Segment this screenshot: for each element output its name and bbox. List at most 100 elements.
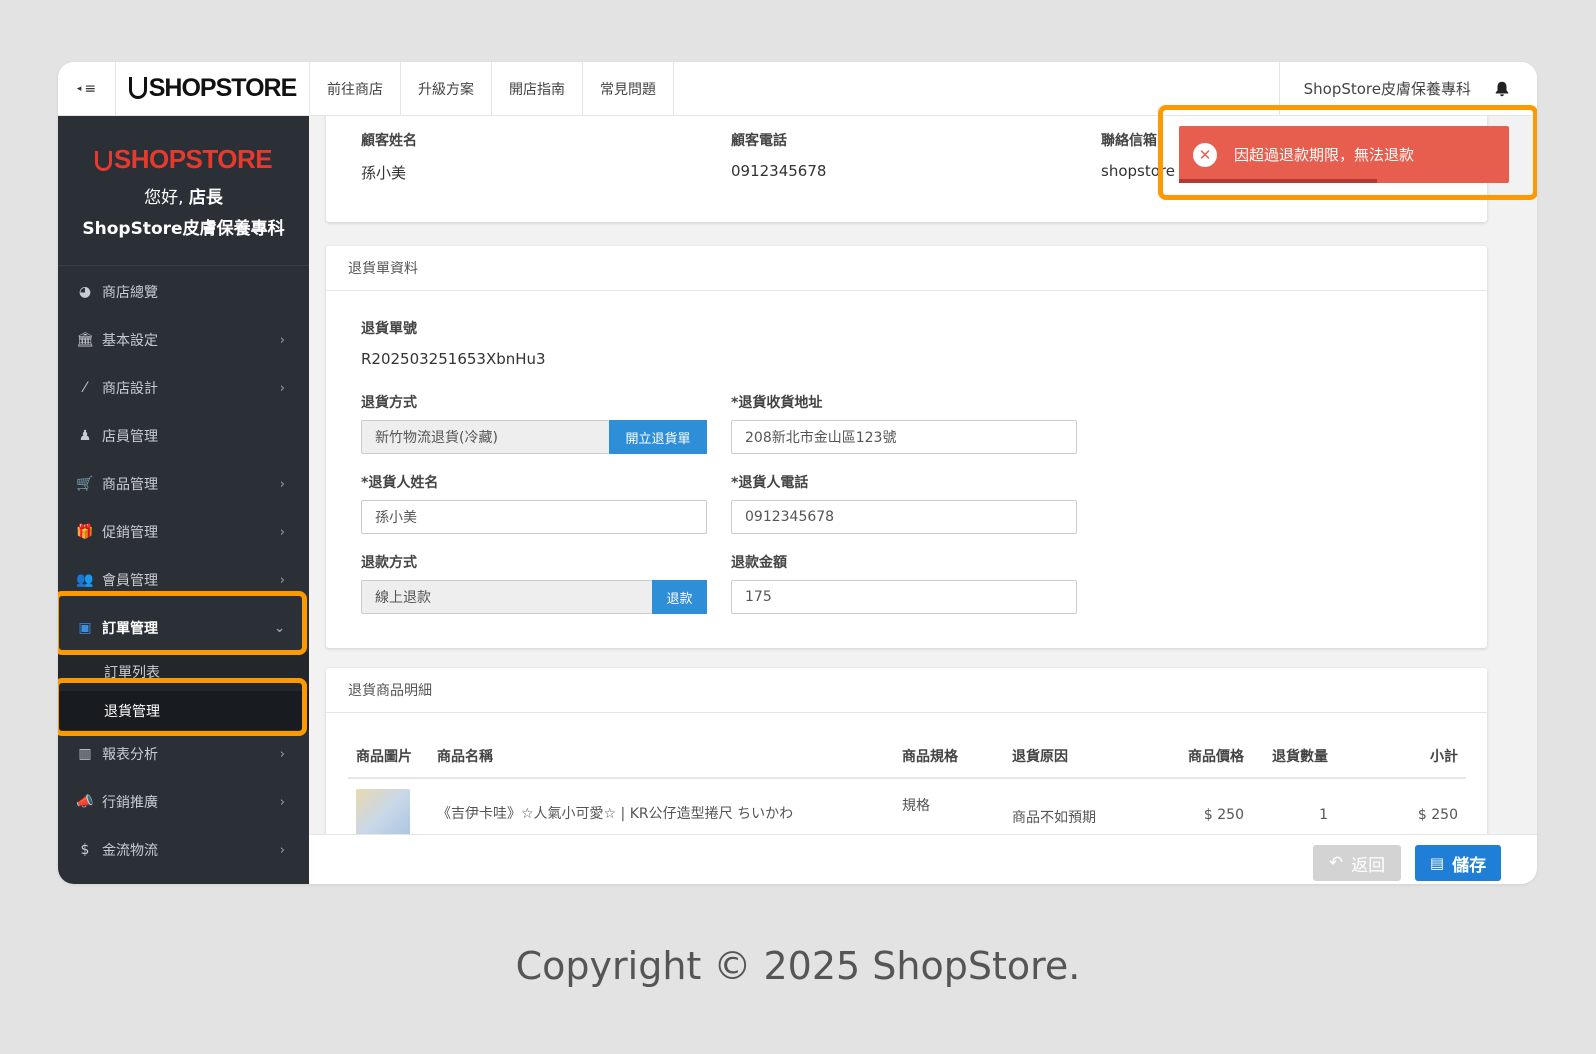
refund-method-field[interactable]: 線上退款: [361, 580, 652, 614]
sidebar: SHOPSTORE 您好, 店長 ShopStore皮膚保養專科 ◕ 商店總覽 🏛…: [58, 116, 309, 884]
col-image: 商品圖片: [348, 734, 429, 779]
magic-wand-icon: ⁄: [83, 380, 87, 396]
sidebar-item-promotions[interactable]: 🎁 促銷管理 ›: [58, 508, 309, 556]
sidebar-item-members[interactable]: 👥 會員管理 ›: [58, 556, 309, 604]
top-bar: ◂ ≡ SHOPSTORE 前往商店 升級方案 開店指南 常見問題 ShopSt…: [58, 62, 1537, 116]
logo[interactable]: SHOPSTORE: [116, 62, 310, 115]
nav-upgrade-plan[interactable]: 升級方案: [401, 62, 492, 115]
sidebar-item-order-list[interactable]: 訂單列表: [58, 652, 309, 691]
sidebar-brand: SHOPSTORE 您好, 店長 ShopStore皮膚保養專科: [58, 116, 309, 266]
chevron-down-icon: ⌄: [274, 620, 285, 636]
sidebar-item-orders[interactable]: ▣ 訂單管理 ⌄: [58, 604, 309, 652]
return-qty: 1: [1319, 807, 1328, 823]
product-price: $ 250: [1203, 807, 1244, 823]
sidebar-item-staff[interactable]: ♟ 店員管理: [58, 412, 309, 460]
menu-icon: ≡: [84, 80, 97, 97]
return-number-label: 退貨單號: [361, 321, 417, 337]
customer-phone: 0912345678: [731, 162, 827, 180]
sidebar-logo: SHOPSTORE: [58, 144, 309, 175]
col-reason: 退貨原因: [1004, 734, 1142, 779]
return-address-label: *退貨收貨地址: [731, 395, 823, 411]
dollar-icon: $: [80, 842, 90, 858]
staff-icon: ♟: [78, 428, 92, 444]
refund-method-label: 退款方式: [361, 555, 417, 571]
sidebar-item-basic-settings[interactable]: 🏛 基本設定 ›: [58, 316, 309, 364]
sidebar-item-overview[interactable]: ◕ 商店總覽: [58, 268, 309, 316]
megaphone-icon: 📣: [76, 794, 94, 810]
logo-text: SHOPSTORE: [128, 74, 297, 103]
refund-button[interactable]: 退款: [652, 580, 707, 614]
bell-icon[interactable]: [1493, 80, 1511, 98]
nav-store-guide[interactable]: 開店指南: [492, 62, 583, 115]
col-qty: 退貨數量: [1252, 734, 1336, 779]
top-right: ShopStore皮膚保養專科: [1278, 62, 1537, 115]
main-content: 顧客姓名 孫小美 顧客電話 0912345678 聯絡信箱 shopstore …: [309, 116, 1537, 884]
col-name: 商品名稱: [429, 734, 894, 779]
refund-amount-input[interactable]: 175: [731, 580, 1077, 614]
bar-chart-icon: ▥: [78, 746, 92, 762]
action-bar: ↶ 返回 ▤ 儲存: [309, 834, 1537, 884]
sidebar-menu: ◕ 商店總覽 🏛 基本設定 › ⁄ 商店設計 › ♟ 店員管理 🛒 商品管理 › 🎁 促銷管理 › …: [58, 266, 309, 874]
back-button[interactable]: ↶ 返回: [1313, 845, 1401, 881]
orders-icon: ▣: [78, 620, 92, 636]
sidebar-item-store-design[interactable]: ⁄ 商店設計 ›: [58, 364, 309, 412]
customer-email-label: 聯絡信箱: [1101, 133, 1157, 149]
undo-icon: ↶: [1328, 853, 1344, 873]
return-items-table: 商品圖片 商品名稱 商品規格 退貨原因 商品價格 退貨數量 小計 《吉伊卡哇》☆…: [348, 734, 1466, 839]
return-info-title: 退貨單資料: [326, 246, 1487, 291]
col-subtotal: 小計: [1336, 734, 1466, 779]
customer-phone-label: 顧客電話: [731, 133, 787, 149]
create-return-slip-button[interactable]: 開立退貨單: [609, 420, 707, 454]
nav-go-store[interactable]: 前往商店: [310, 62, 401, 115]
chevron-right-icon: ›: [279, 746, 285, 762]
product-name: 《吉伊卡哇》☆人氣小可愛☆ | KR公仔造型捲尺 ちいかわ: [437, 806, 794, 822]
chevron-right-icon: ›: [279, 524, 285, 540]
return-info-card: 退貨單資料 退貨單號 R202503251653XbnHu3 退貨方式 新竹物流…: [326, 246, 1487, 648]
chevron-right-icon: ›: [279, 380, 285, 396]
product-image: [356, 789, 410, 839]
return-reason: 商品不如預期: [1012, 810, 1096, 826]
sidebar-item-reports[interactable]: ▥ 報表分析 ›: [58, 730, 309, 778]
app-window: ◂ ≡ SHOPSTORE 前往商店 升級方案 開店指南 常見問題 ShopSt…: [58, 62, 1537, 884]
col-spec: 商品規格: [894, 734, 1004, 779]
return-number: R202503251653XbnHu3: [361, 350, 546, 368]
customer-email: shopstore: [1101, 162, 1175, 180]
customer-name: 孫小美: [361, 164, 407, 182]
cart-icon: 🛒: [76, 476, 94, 492]
top-nav: 前往商店 升級方案 開店指南 常見問題: [310, 62, 674, 115]
returner-name-input[interactable]: 孫小美: [361, 500, 707, 534]
toast-progress-bar: [1179, 179, 1377, 183]
shop-name-menu[interactable]: ShopStore皮膚保養專科: [1304, 78, 1471, 99]
bank-icon: 🏛: [76, 332, 94, 348]
users-icon: 👥: [76, 572, 94, 588]
return-address-input[interactable]: 208新北市金山區123號: [731, 420, 1077, 454]
returner-phone-input[interactable]: 0912345678: [731, 500, 1077, 534]
chevron-right-icon: ›: [279, 332, 285, 348]
return-method-field[interactable]: 新竹物流退貨(冷藏): [361, 420, 609, 454]
return-items-title: 退貨商品明細: [326, 668, 1487, 713]
error-toast[interactable]: ✕ 因超過退款期限，無法退款: [1179, 126, 1509, 183]
sidebar-item-marketing[interactable]: 📣 行銷推廣 ›: [58, 778, 309, 826]
table-row: 《吉伊卡哇》☆人氣小可愛☆ | KR公仔造型捲尺 ちいかわ 規格 商品不如預期 …: [348, 778, 1466, 839]
sidebar-item-payment-logistics[interactable]: $ 金流物流 ›: [58, 826, 309, 874]
gift-icon: 🎁: [76, 524, 94, 540]
toast-message: 因超過退款期限，無法退款: [1234, 146, 1415, 164]
sidebar-item-returns[interactable]: 退貨管理: [58, 691, 309, 730]
product-spec: 規格: [902, 798, 930, 814]
sidebar-shop-name: ShopStore皮膚保養專科: [82, 219, 285, 239]
chevron-right-icon: ›: [279, 572, 285, 588]
chevron-right-icon: ›: [279, 842, 285, 858]
sidebar-toggle-button[interactable]: ◂ ≡: [58, 62, 116, 115]
error-icon: ✕: [1193, 142, 1217, 167]
customer-name-label: 顧客姓名: [361, 133, 417, 149]
refund-amount-label: 退款金額: [731, 555, 787, 571]
row-subtotal: $ 250: [1417, 807, 1458, 823]
nav-faq[interactable]: 常見問題: [583, 62, 674, 115]
save-button[interactable]: ▤ 儲存: [1415, 845, 1501, 881]
returner-name-label: *退貨人姓名: [361, 475, 439, 491]
copyright-text: Copyright © 2025 ShopStore.: [515, 944, 1081, 988]
floppy-disk-icon: ▤: [1429, 854, 1445, 872]
chevron-left-icon: ◂: [76, 83, 82, 94]
sidebar-item-products[interactable]: 🛒 商品管理 ›: [58, 460, 309, 508]
col-price: 商品價格: [1142, 734, 1252, 779]
